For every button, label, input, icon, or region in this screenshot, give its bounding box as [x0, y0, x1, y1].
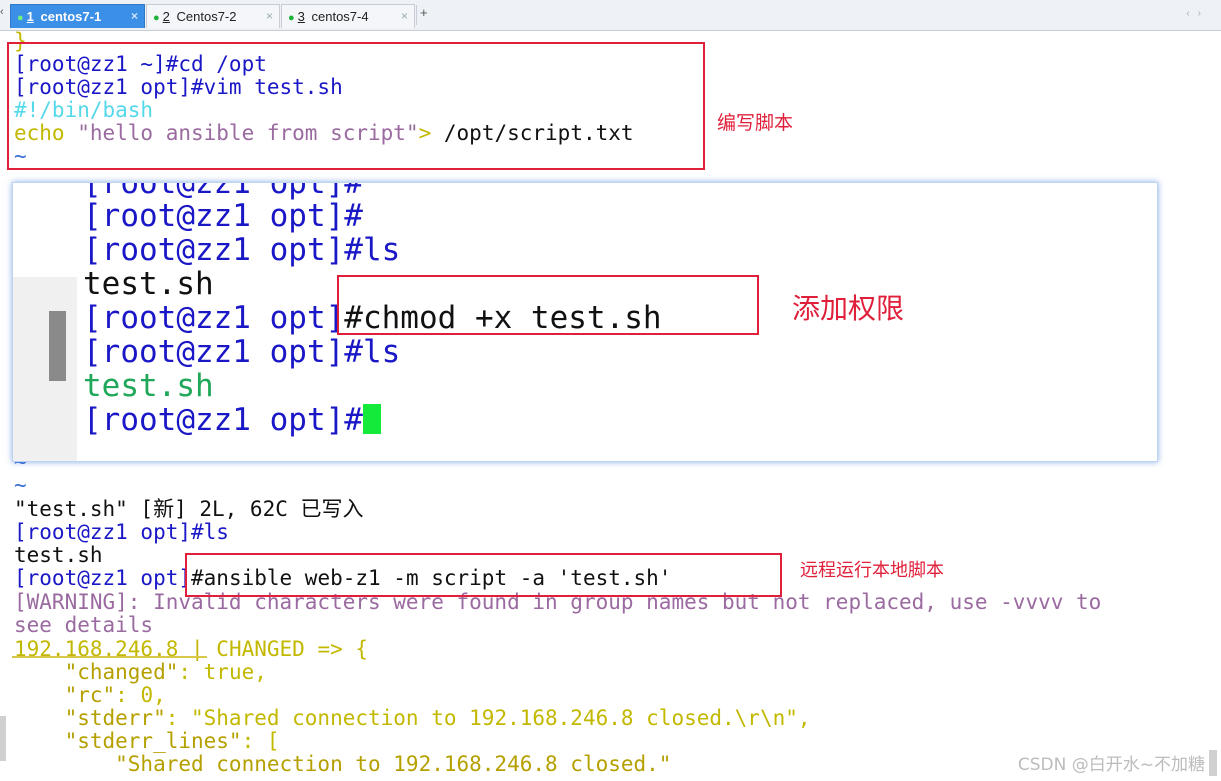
- tab-centos7-2[interactable]: ● 2 Centos7-2 ×: [146, 4, 280, 28]
- json-value: : 0,: [115, 683, 166, 707]
- connected-dot-icon: ●: [153, 12, 160, 24]
- ip-underline: [12, 656, 207, 658]
- result-stderr-line-item: "Shared connection to 192.168.246.8 clos…: [14, 752, 672, 776]
- left-scrollbar[interactable]: [0, 716, 6, 761]
- overlay-final-prompt-text: [root@zz1 opt]#: [83, 402, 363, 438]
- tab-label: centos7-1: [36, 9, 102, 24]
- tab-centos7-4[interactable]: ● 3 centos7-4 ×: [281, 4, 415, 28]
- watermark: CSDN @白开水~不加糖: [1017, 755, 1205, 775]
- json-key: "changed": [14, 660, 179, 684]
- json-key: "stderr": [14, 706, 166, 730]
- overlay-final-prompt: [root@zz1 opt]#: [83, 403, 381, 437]
- json-key: "rc": [14, 683, 116, 707]
- highlight-box-ansible: [185, 553, 782, 597]
- annotation-write-script: 编写脚本: [717, 112, 794, 134]
- annotation-remote-run: 远程运行本地脚本: [800, 560, 944, 581]
- json-value: : true,: [178, 660, 267, 684]
- tab-close-icon[interactable]: ×: [401, 9, 408, 23]
- overlay-prompt: [root@zz1 opt]#: [83, 198, 363, 234]
- tab-close-icon[interactable]: ×: [266, 9, 273, 23]
- warning-line-cont: see details: [14, 613, 154, 637]
- tab-label: centos7-4: [307, 9, 369, 24]
- overlay-ls-output: test.sh: [83, 266, 214, 302]
- vim-written-message: "test.sh" [新] 2L, 62C 已写入: [14, 497, 364, 521]
- right-scrollbar[interactable]: [1209, 750, 1217, 776]
- result-stderr: "stderr": "Shared connection to 192.168.…: [14, 707, 811, 730]
- overlay-chmod-prompt: [root@zz1 opt]: [83, 300, 345, 336]
- json-value: : [: [241, 729, 280, 753]
- overlay-prompt-ls: [root@zz1 opt]#ls: [83, 232, 401, 268]
- vim-tilde: ~: [14, 473, 27, 497]
- terminal-ls-output: test.sh: [14, 543, 103, 567]
- tab-number: 1: [26, 9, 34, 24]
- highlight-box-script: [7, 42, 705, 170]
- ansible-prompt: [root@zz1 opt]: [14, 566, 192, 590]
- overlay-gutter-band: [13, 277, 77, 461]
- terminal-line-ls: [root@zz1 opt]#ls: [14, 520, 229, 544]
- json-value: : "Shared connection to 192.168.246.8 cl…: [165, 706, 811, 730]
- overlay-prompt-ls: [root@zz1 opt]#ls: [83, 334, 401, 370]
- tab-bar: ‹ ● 1 centos7-1 × ● 2 Centos7-2 × ● 3 cento…: [0, 0, 1221, 31]
- overlay-executable-file: test.sh: [83, 368, 214, 404]
- annotation-add-permission: 添加权限: [792, 292, 905, 325]
- tab-centos7-1[interactable]: ● 1 centos7-1 ×: [10, 4, 145, 28]
- result-rc: "rc": 0,: [14, 684, 166, 707]
- result-changed: "changed": true,: [14, 661, 267, 684]
- tab-scroll-left-icon[interactable]: ‹: [0, 6, 8, 24]
- new-tab-button[interactable]: +: [416, 5, 430, 25]
- tab-label: Centos7-2: [172, 9, 237, 24]
- tab-close-icon[interactable]: ×: [131, 9, 138, 23]
- result-stderr-lines: "stderr_lines": [: [14, 730, 280, 753]
- json-key: "stderr_lines": [14, 729, 242, 753]
- terminal-cursor: [362, 404, 381, 434]
- tab-nav-arrows-icon[interactable]: ‹›: [1186, 8, 1209, 19]
- tab-number: 3: [297, 9, 305, 24]
- highlight-box-chmod: [337, 275, 759, 335]
- tab-number: 2: [162, 9, 170, 24]
- connected-dot-icon: ●: [17, 12, 24, 24]
- connected-dot-icon: ●: [288, 12, 295, 24]
- overlay-scrollbar-thumb[interactable]: [49, 311, 66, 381]
